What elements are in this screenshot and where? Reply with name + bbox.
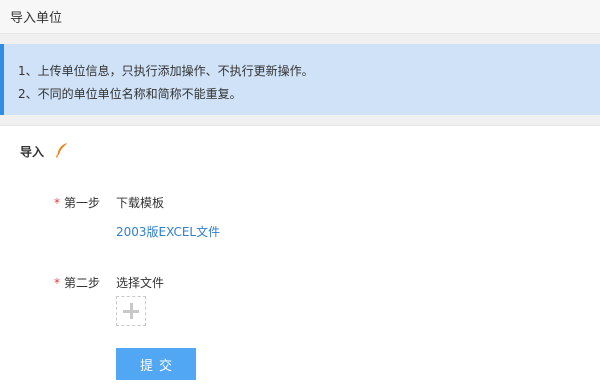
step1-label: * 第一步 (54, 194, 100, 211)
feather-icon (55, 142, 68, 158)
file-upload-button[interactable] (116, 296, 146, 326)
page-header: 导入单位 (0, 0, 600, 34)
info-notice: 1、上传单位信息，只执行添加操作、不执行更新操作。 2、不同的单位单位名称和简称… (0, 44, 600, 115)
required-mark: * (54, 276, 60, 290)
import-form-card: 导入 * 第一步 下载模板 2003版EXCEL文件 * 第二步 选择文件 提交 (0, 125, 600, 392)
submit-button[interactable]: 提交 (116, 348, 196, 380)
notice-line-2: 2、不同的单位单位名称和简称不能重复。 (18, 87, 242, 101)
step2-value: 选择文件 (116, 276, 165, 290)
step2-label-text: 第二步 (64, 276, 101, 290)
form-title: 导入 (20, 145, 45, 159)
step1-label-text: 第一步 (64, 196, 101, 210)
download-template-link[interactable]: 2003版EXCEL文件 (116, 223, 220, 240)
step1-value: 下载模板 (116, 196, 165, 210)
page-title: 导入单位 (10, 11, 63, 26)
notice-line-1: 1、上传单位信息，只执行添加操作、不执行更新操作。 (18, 64, 314, 78)
required-mark: * (54, 196, 60, 210)
step2-label: * 第二步 (54, 274, 100, 291)
